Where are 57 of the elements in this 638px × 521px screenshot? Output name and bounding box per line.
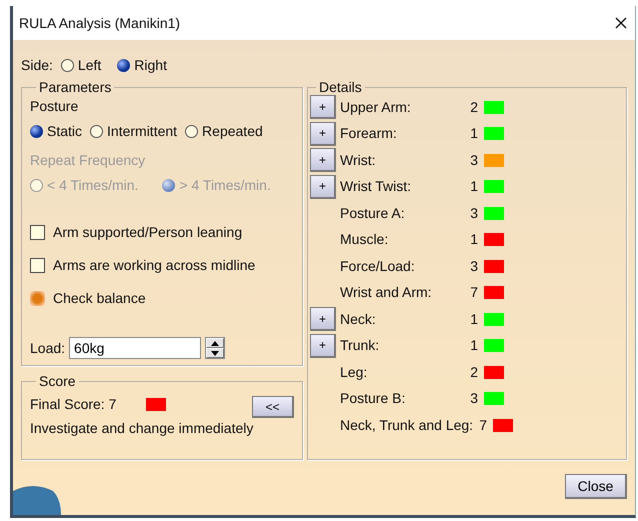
- detail-score: 7: [469, 283, 478, 302]
- detail-score: 2: [469, 362, 478, 382]
- detail-score: 3: [469, 389, 478, 408]
- score-message: Investigate and change immediately: [30, 419, 254, 438]
- detail-label: Posture A:: [340, 204, 406, 223]
- up-arrow-icon[interactable]: [211, 340, 220, 346]
- expand-button[interactable]: +: [310, 334, 336, 358]
- radio-button[interactable]: Right: [117, 54, 167, 76]
- detail-label: Wrist and Arm:: [340, 283, 433, 302]
- collapse-button[interactable]: <<: [252, 396, 294, 418]
- detail-label: Posture B:: [340, 389, 406, 408]
- load-field[interactable]: 60kg: [69, 337, 202, 359]
- detail-score: 2: [469, 98, 478, 117]
- detail-score: 1: [469, 336, 478, 356]
- final-score: Final Score: 7: [30, 394, 116, 414]
- expand-button[interactable]: +: [310, 95, 336, 120]
- checkbox[interactable]: Check balance: [30, 288, 294, 309]
- side-label: Side:: [21, 56, 53, 74]
- detail-score: 3: [469, 256, 478, 276]
- radio-button[interactable]: Repeated: [185, 121, 263, 142]
- detail-label: Upper Arm:: [340, 98, 412, 117]
- group-title: Details: [318, 80, 363, 94]
- close-button[interactable]: Close: [565, 474, 627, 499]
- detail-label: Neck:: [340, 310, 377, 329]
- expand-button[interactable]: +: [310, 148, 336, 172]
- detail-score: 1: [469, 310, 478, 329]
- detail-score: 1: [469, 230, 478, 250]
- detail-score: 7: [478, 416, 488, 435]
- posture-label: Posture: [30, 97, 80, 116]
- detail-score: 1: [469, 177, 478, 196]
- detail-label: Trunk:: [340, 336, 380, 356]
- detail-label: Neck, Trunk and Leg:: [340, 416, 474, 435]
- expand-button[interactable]: +: [310, 122, 336, 146]
- detail-score: 1: [469, 124, 478, 144]
- group-title: Parameters: [38, 80, 112, 94]
- detail-label: Force/Load:: [340, 256, 416, 276]
- detail-label: Wrist:: [340, 150, 377, 170]
- down-arrow-icon[interactable]: [211, 350, 220, 356]
- detail-score: 3: [469, 150, 478, 170]
- expand-button[interactable]: +: [310, 174, 336, 199]
- radio-button[interactable]: Static: [30, 121, 82, 142]
- close-icon[interactable]: [615, 17, 627, 29]
- radio-button[interactable]: Left: [60, 54, 102, 76]
- load-label: Load:: [30, 338, 66, 358]
- checkbox[interactable]: Arm supported/Person leaning: [30, 222, 294, 243]
- detail-label: Wrist Twist:: [340, 177, 412, 196]
- checkbox[interactable]: Arms are working across midline: [30, 255, 294, 276]
- frequency-label: Repeat Frequency: [30, 151, 146, 170]
- spin-control[interactable]: [205, 337, 226, 359]
- detail-label: Leg:: [340, 362, 368, 382]
- group-title: Score: [38, 374, 77, 388]
- detail-label: Forearm:: [340, 124, 398, 144]
- expand-button[interactable]: +: [310, 307, 336, 332]
- window-title: RULA Analysis (Manikin1): [19, 14, 180, 33]
- detail-label: Muscle:: [340, 230, 390, 250]
- detail-score: 3: [469, 204, 478, 223]
- radio-button[interactable]: Intermittent: [90, 121, 178, 142]
